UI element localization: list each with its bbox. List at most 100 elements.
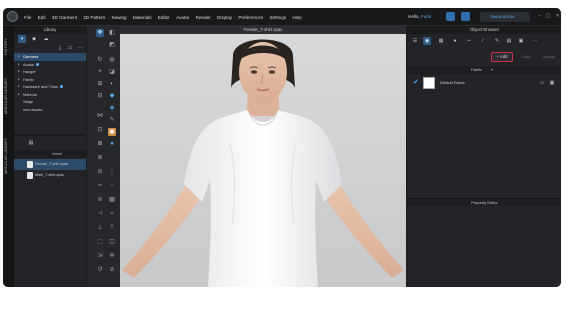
- minimize-icon[interactable]: –: [538, 13, 541, 19]
- fold-tool-icon[interactable]: ◩: [108, 41, 116, 49]
- graphic-tool-icon[interactable]: ▦: [108, 196, 116, 204]
- solidify-tool-icon[interactable]: ◫: [108, 238, 116, 246]
- share-icon[interactable]: [461, 12, 470, 21]
- brush-tool-icon[interactable]: ✎: [108, 116, 116, 124]
- view-toggle-icon[interactable]: ▤: [27, 139, 35, 147]
- menu-settings[interactable]: Settings: [269, 15, 286, 20]
- button-tab-icon[interactable]: ●: [451, 37, 459, 45]
- tree-item-hanger[interactable]: ▸ Hanger: [14, 68, 86, 76]
- select-mesh-tool-icon[interactable]: ⬚: [96, 238, 104, 246]
- home-icon[interactable]: [446, 12, 455, 21]
- tab-modular-library[interactable]: MODULAR LIBRARY: [4, 68, 13, 124]
- dropdown-arrow-icon[interactable]: ▾: [491, 67, 493, 72]
- sewing-tool-icon[interactable]: ⋈: [96, 112, 104, 120]
- zipper-tab-icon[interactable]: ⁄: [479, 37, 487, 45]
- fabric-list-item[interactable]: ✔ Default Fabric ▭ ▣: [407, 76, 561, 90]
- tree-item-label: Garment: [23, 54, 39, 59]
- tree-item-avatar[interactable]: ▸ Avatar: [14, 61, 86, 69]
- tree-item-label: Stage: [23, 99, 34, 104]
- fabric-tab-icon[interactable]: ◉: [423, 37, 431, 45]
- avatar-figure[interactable]: [120, 34, 406, 287]
- elastic-tool-icon[interactable]: ≈: [108, 210, 116, 218]
- layer-tool-icon[interactable]: ⊟: [96, 92, 104, 100]
- file-item-label: Female_T-shirt.zpac: [35, 162, 69, 166]
- texture-tab-icon[interactable]: ▣: [517, 37, 525, 45]
- copy-button[interactable]: Copy: [521, 54, 530, 59]
- strengthen-tool-icon[interactable]: ⊤: [108, 224, 116, 232]
- arrange-tool-icon[interactable]: ⊞: [96, 80, 104, 88]
- library-cloud-icon[interactable]: ☁: [42, 35, 50, 43]
- menu-2d-pattern[interactable]: 2D Pattern: [83, 15, 105, 20]
- menu-sewing[interactable]: Sewing: [112, 15, 127, 20]
- avatar-tool-icon[interactable]: ◍: [108, 56, 116, 64]
- measure-tool-icon[interactable]: ◈: [108, 104, 116, 112]
- freeze-tool-icon[interactable]: ❄: [108, 252, 116, 260]
- tuck-tool-icon[interactable]: ⊡: [96, 126, 104, 134]
- seamline-tool-icon[interactable]: ┈: [108, 182, 116, 190]
- snap-tool-icon[interactable]: ⊥: [96, 224, 104, 232]
- more-icon[interactable]: ⋯: [76, 44, 84, 52]
- fabric-delete-icon[interactable]: ▣: [548, 79, 556, 87]
- assign-button[interactable]: Assign: [543, 54, 555, 59]
- library-folder-icon[interactable]: ◆: [30, 35, 38, 43]
- column-header-name[interactable]: Name: [52, 150, 62, 158]
- render-tool-icon[interactable]: ●: [108, 140, 116, 148]
- pressure-tool-icon[interactable]: ◐: [108, 80, 116, 88]
- 3d-viewport[interactable]: Female_T-shirt.zpac: [120, 26, 406, 287]
- simulation-mode-button[interactable]: SIMULATION: [480, 12, 530, 22]
- close-icon[interactable]: ✕: [556, 13, 560, 19]
- buttonhole-tool-icon[interactable]: ⊖: [96, 168, 104, 176]
- panel-splitter[interactable]: [14, 134, 86, 136]
- menu-help[interactable]: Help: [292, 15, 301, 20]
- more-tab-icon[interactable]: ⋯: [529, 37, 541, 45]
- tree-item-new-assets[interactable]: new assets: [14, 106, 86, 114]
- scene-tab-icon[interactable]: ☰: [411, 37, 419, 45]
- graphic-tab-icon[interactable]: ▤: [505, 37, 513, 45]
- maximize-icon[interactable]: ▢: [546, 13, 551, 19]
- fabric-info-icon[interactable]: ▭: [538, 79, 546, 87]
- tree-item-stage[interactable]: Stage: [14, 98, 86, 106]
- button-tool-icon[interactable]: ⊕: [96, 154, 104, 162]
- file-item-male-tshirt[interactable]: Male_T-shirt.zpac: [14, 170, 86, 181]
- menu-preferences[interactable]: Preferences: [238, 15, 263, 20]
- fabric-swatch[interactable]: [423, 77, 435, 89]
- fit-tool-icon[interactable]: ◪: [108, 68, 116, 76]
- menu-file[interactable]: File: [24, 15, 31, 20]
- tree-item-material[interactable]: ▸ Material: [14, 91, 86, 99]
- tab-history[interactable]: HISTORY: [4, 30, 13, 64]
- texture-tool-icon[interactable]: ▣: [108, 128, 116, 136]
- pin-tool-icon[interactable]: ⌖: [96, 68, 104, 76]
- trim-tool-icon[interactable]: ◆: [108, 92, 116, 100]
- tree-item-hardware-and-trims[interactable]: ▸ Hardware and Trims: [14, 83, 86, 91]
- folder-add-icon[interactable]: ▭: [66, 44, 74, 52]
- transform-tool-icon[interactable]: ↻: [96, 56, 104, 64]
- zipper-tool-icon[interactable]: ⋮: [108, 168, 116, 176]
- menu-edit[interactable]: Edit: [38, 15, 46, 20]
- notch-tool-icon[interactable]: ⊠: [96, 140, 104, 148]
- topstitch-tab-icon[interactable]: ┅: [465, 37, 473, 45]
- align-tool-icon[interactable]: ⊣: [96, 210, 104, 218]
- download-icon[interactable]: ⤓: [56, 44, 64, 52]
- menu-render[interactable]: Render: [196, 15, 211, 20]
- add-fabric-button[interactable]: + Add: [491, 52, 513, 62]
- user-name[interactable]: Fumi: [421, 14, 431, 19]
- menu-materials[interactable]: Materials: [133, 15, 152, 20]
- select-move-tool-icon[interactable]: ✥: [96, 29, 104, 37]
- reset-tool-icon[interactable]: ↺: [96, 266, 104, 274]
- tree-item-fabric[interactable]: ▸ Fabric: [14, 76, 86, 84]
- trim-tab-icon[interactable]: ✎: [493, 37, 501, 45]
- menu-3d-garment[interactable]: 3D Garment: [52, 15, 77, 20]
- puckering-tool-icon[interactable]: ≋: [96, 196, 104, 204]
- tab-modular-library-2[interactable]: MODULAR LIBRARY: [4, 128, 13, 184]
- tree-item-garment[interactable]: ▸ Garment: [14, 53, 86, 61]
- view-tool-icon[interactable]: ◧: [108, 29, 116, 37]
- topstitch-tool-icon[interactable]: ┅: [96, 182, 104, 190]
- deactivate-tool-icon[interactable]: ⊘: [108, 266, 116, 274]
- menu-editor[interactable]: Editor: [158, 15, 170, 20]
- file-item-female-tshirt[interactable]: Female_T-shirt.zpac: [14, 159, 86, 170]
- pattern-tab-icon[interactable]: ▦: [437, 37, 445, 45]
- shrink-tool-icon[interactable]: ⇲: [96, 252, 104, 260]
- library-home-icon[interactable]: ▾: [18, 35, 26, 43]
- menu-display[interactable]: Display: [217, 15, 232, 20]
- menu-avatar[interactable]: Avatar: [176, 15, 189, 20]
